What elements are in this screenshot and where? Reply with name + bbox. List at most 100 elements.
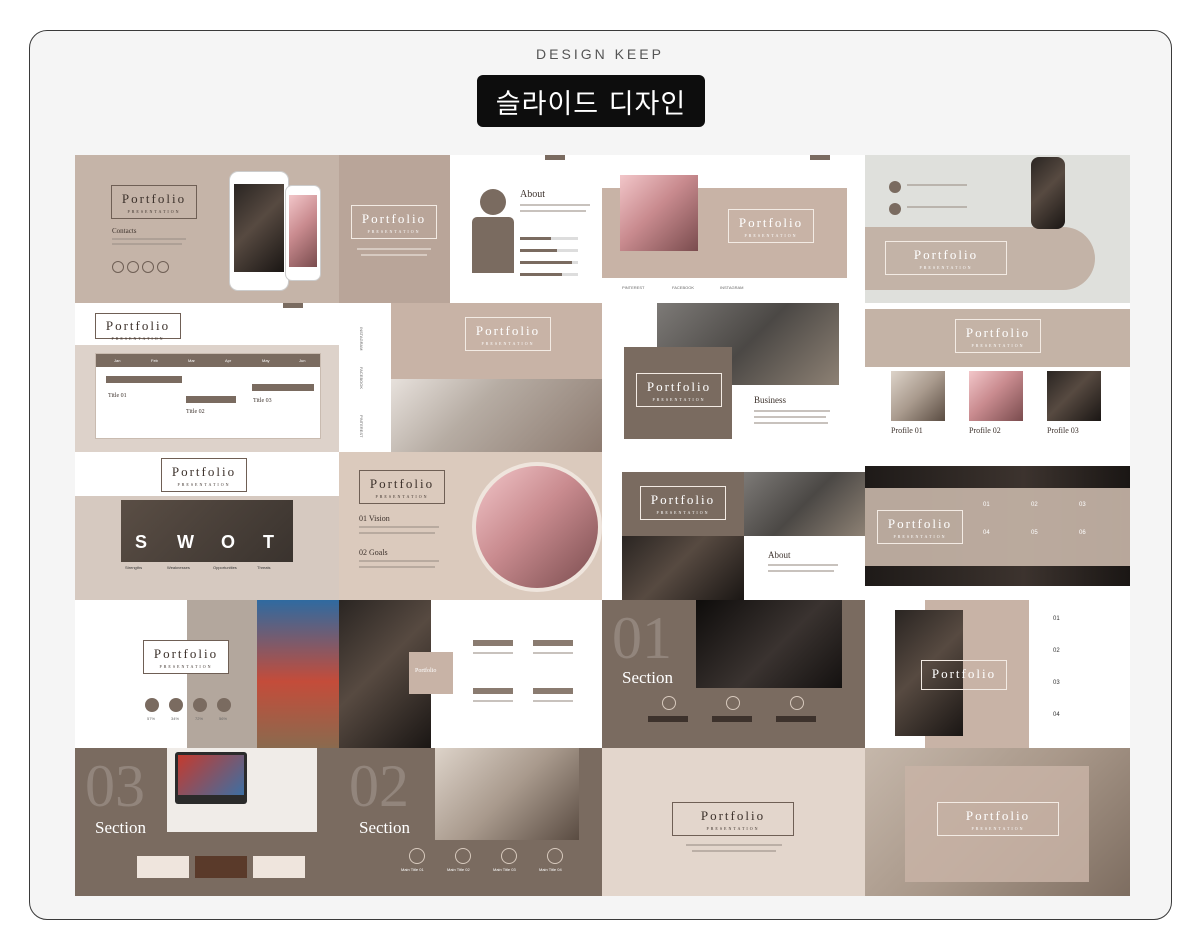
slide-flower-numbers[interactable]: Portfolio 01 02 03 04 (865, 600, 1130, 748)
stat-icon (193, 698, 207, 712)
slide-percentages[interactable]: Portfolio PRESENTATION 57% 34% 72% 56% (75, 600, 339, 748)
slide-contacts[interactable]: Portfolio PRESENTATION Contacts (75, 155, 339, 303)
contacts-label: Contacts (112, 227, 137, 235)
slide-vision-goals[interactable]: Portfolio PRESENTATION 01 Vision 02 Goals (339, 452, 602, 600)
skill-bar (520, 261, 578, 264)
portfolio-logo: Portfolio PRESENTATION (877, 510, 963, 544)
portfolio-logo: Portfolio PRESENTATION (161, 458, 247, 492)
page-title: 슬라이드 디자인 (477, 75, 705, 127)
goals-label: 02 Goals (359, 548, 388, 557)
slide-timeline[interactable]: Portfolio PRESENTATION Jan Feb Mar Apr Ma… (75, 303, 339, 452)
section-icon (790, 696, 804, 710)
portfolio-logo: Portfolio PRESENTATION (672, 802, 794, 836)
profile-photo (891, 371, 945, 421)
about-label: About (768, 550, 791, 560)
timeline-title: Title 02 (186, 409, 205, 415)
slide-swot[interactable]: Portfolio PRESENTATION S W O T Strengths … (75, 452, 339, 600)
section-label: Section (359, 818, 410, 837)
model-photo (696, 600, 842, 688)
section-label: Section (622, 668, 673, 687)
stat-icon (169, 698, 183, 712)
portfolio-logo: Portfolio PRESENTATION (351, 205, 437, 239)
slide-cover-map[interactable]: Portfolio PRESENTATION (602, 748, 865, 896)
model-photo (1031, 157, 1065, 229)
slide-portfolio-model[interactable]: Portfolio PRESENTATION (865, 155, 1130, 303)
slide-portfolio-pink[interactable]: Portfolio PRESENTATION PINTEREST FACEBOOK… (602, 155, 865, 303)
skill-bar (520, 237, 578, 240)
swot-letter: S (135, 532, 148, 552)
stat-icon (217, 698, 231, 712)
profile-photo (1047, 371, 1101, 421)
suit-photo (744, 472, 865, 536)
slide-business[interactable]: Portfolio PRESENTATION Business (602, 303, 865, 452)
slide-cover-hat[interactable]: Portfolio PRESENTATION (865, 748, 1130, 896)
section-number: 03 (85, 753, 145, 819)
timeline-title: Title 03 (253, 398, 272, 404)
profile-photo (969, 371, 1023, 421)
slides-grid: Portfolio PRESENTATION Contacts Portfolio… (75, 155, 1130, 896)
portfolio-logo: Portfolio PRESENTATION (95, 313, 181, 341)
profile-label: Profile 03 (1047, 426, 1079, 435)
stat-icon (145, 698, 159, 712)
portfolio-logo: Portfolio PRESENTATION (359, 470, 445, 504)
slide-main-titles[interactable]: Portfolio (339, 600, 602, 748)
portfolio-logo: Portfolio PRESENTATION (465, 317, 551, 351)
slide-cover-flower[interactable]: Portfolio PRESENTATION (339, 155, 450, 303)
portfolio-logo: Portfolio PRESENTATION (728, 209, 814, 243)
portfolio-logo: Portfolio (921, 660, 1007, 690)
section-icon (501, 848, 517, 864)
social-icon[interactable] (157, 261, 169, 273)
timeline-table: Jan Feb Mar Apr May Jun Title 01 Title 0… (95, 353, 321, 439)
side-link[interactable]: INSTAGRAM (720, 285, 743, 290)
social-icon[interactable] (127, 261, 139, 273)
portfolio-logo: Portfolio PRESENTATION (111, 185, 197, 219)
computer-photo (175, 752, 247, 804)
portfolio-logo: Portfolio PRESENTATION (955, 319, 1041, 353)
social-icon[interactable] (142, 261, 154, 273)
timeline-title: Title 01 (108, 393, 127, 399)
side-link[interactable]: INSTAGRAM (359, 327, 364, 350)
side-link[interactable]: PINTEREST (622, 285, 644, 290)
about-label: About (520, 189, 545, 200)
side-link[interactable]: FACEBOOK (359, 367, 364, 389)
side-link[interactable]: FACEBOOK (672, 285, 694, 290)
skill-bar (520, 249, 578, 252)
portfolio-logo: Portfolio PRESENTATION (937, 802, 1059, 836)
slide-numbers-dark[interactable]: Portfolio PRESENTATION 01 02 03 04 05 06 (865, 452, 1130, 600)
slide-section-03[interactable]: 03 Section (75, 748, 339, 896)
brand-label: DESIGN KEEP (536, 46, 664, 62)
swot-letter: O (221, 532, 236, 552)
slide-about-dark[interactable]: Portfolio PRESENTATION About (602, 452, 865, 600)
suit-photo (622, 536, 744, 600)
swot-letter: W (177, 532, 194, 552)
person-body-icon (472, 217, 514, 273)
section-label: Section (95, 818, 146, 837)
business-label: Business (754, 395, 787, 405)
side-link[interactable]: PINTEREST (359, 415, 364, 437)
phone-mockup (285, 185, 321, 281)
portfolio-logo: Portfolio PRESENTATION (143, 640, 229, 674)
portfolio-logo: Portfolio PRESENTATION (640, 486, 726, 520)
vision-label: 01 Vision (359, 514, 390, 523)
slide-profiles[interactable]: Portfolio PRESENTATION Profile 01 Profile… (865, 303, 1130, 452)
swot-letter: T (263, 532, 274, 552)
slide-about-skills[interactable]: About (450, 155, 602, 303)
skill-bar (520, 273, 578, 276)
section-icon (455, 848, 471, 864)
portrait-circle (472, 462, 602, 592)
slide-street-portrait[interactable]: INSTAGRAM FACEBOOK PINTEREST Portfolio PR… (339, 303, 602, 452)
portfolio-logo: Portfolio PRESENTATION (636, 373, 722, 407)
section-number: 02 (349, 753, 409, 819)
slide-section-02[interactable]: 02 Section Main Title 01 Main Title 02 M… (339, 748, 602, 896)
profile-label: Profile 02 (969, 426, 1001, 435)
slide-section-01[interactable]: 01 Section (602, 600, 865, 748)
section-number: 01 (612, 605, 672, 671)
social-icon[interactable] (112, 261, 124, 273)
profile-label: Profile 01 (891, 426, 923, 435)
hat-photo (435, 748, 579, 840)
person-icon (480, 189, 506, 215)
portrait-photo (620, 175, 698, 251)
section-icon (409, 848, 425, 864)
portfolio-logo: Portfolio PRESENTATION (885, 241, 1007, 275)
section-icon (547, 848, 563, 864)
